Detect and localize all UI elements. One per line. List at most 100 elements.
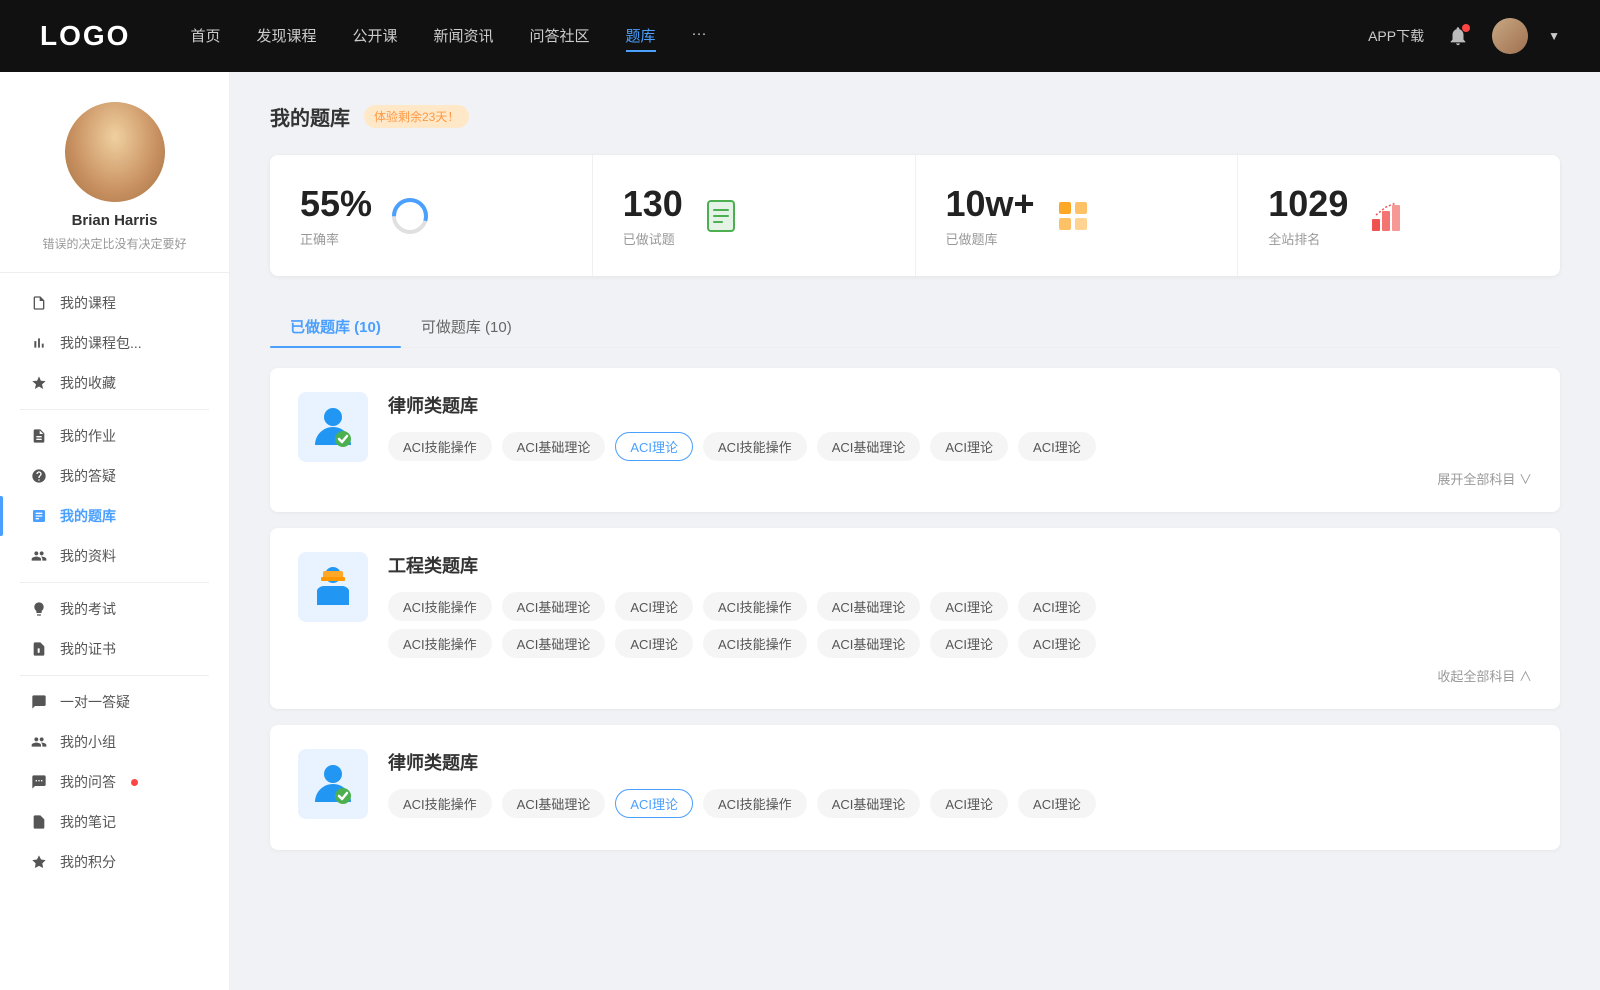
grid-yellow-icon: [1051, 194, 1095, 238]
sidebar-item-course-package[interactable]: 我的课程包...: [0, 323, 229, 363]
nav-qa[interactable]: 问答社区: [530, 21, 590, 52]
stat-label-accuracy: 正确率: [300, 229, 372, 248]
nav-more[interactable]: ···: [692, 21, 707, 52]
bank-icon: [30, 507, 48, 525]
tag-3-active[interactable]: ACI理论: [615, 432, 693, 461]
collapse-btn-engineer[interactable]: 收起全部科目 ∧: [388, 666, 1532, 685]
user-avatar[interactable]: [1492, 18, 1528, 54]
trial-badge: 体验剩余23天！: [364, 105, 469, 128]
sidebar: Brian Harris 错误的决定比没有决定要好 我的课程 我的课程包...: [0, 72, 230, 990]
tag-7[interactable]: ACI理论: [1018, 432, 1096, 461]
nav-home[interactable]: 首页: [190, 21, 220, 52]
user-menu-chevron[interactable]: ▼: [1548, 29, 1560, 43]
tag-6[interactable]: ACI理论: [930, 432, 1008, 461]
expand-btn-lawyer-1[interactable]: 展开全部科目 ∨: [388, 469, 1532, 488]
sidebar-item-label: 我的资料: [60, 546, 116, 566]
divider-3: [20, 675, 209, 676]
navbar: LOGO 首页 发现课程 公开课 新闻资讯 问答社区 题库 ··· APP下载 …: [0, 0, 1600, 72]
tab-done-banks[interactable]: 已做题库 (10): [270, 306, 401, 347]
sidebar-item-points[interactable]: 我的积分: [0, 842, 229, 882]
sidebar-item-label: 我的笔记: [60, 812, 116, 832]
nav-news[interactable]: 新闻资讯: [434, 21, 494, 52]
file-icon: [30, 294, 48, 312]
eng-tag-4[interactable]: ACI技能操作: [703, 592, 807, 621]
law2-tag-5[interactable]: ACI基础理论: [817, 789, 921, 818]
eng-tag-r2-5[interactable]: ACI基础理论: [817, 629, 921, 658]
sidebar-item-favorites[interactable]: 我的收藏: [0, 363, 229, 403]
chat-icon: [30, 693, 48, 711]
profile-name: Brian Harris: [72, 212, 158, 229]
star-icon: [30, 374, 48, 392]
sidebar-item-one-on-one[interactable]: 一对一答疑: [0, 682, 229, 722]
page-header: 我的题库 体验剩余23天！: [270, 102, 1560, 131]
notification-bell[interactable]: [1444, 22, 1472, 50]
edit-icon: [30, 427, 48, 445]
sidebar-item-exam[interactable]: 我的考试: [0, 589, 229, 629]
sidebar-item-label: 我的课程包...: [60, 333, 142, 353]
eng-tag-r2-7[interactable]: ACI理论: [1018, 629, 1096, 658]
nav-bank[interactable]: 题库: [626, 21, 656, 52]
bank-card-lawyer-2: 律师类题库 ACI技能操作 ACI基础理论 ACI理论 ACI技能操作 ACI基…: [270, 725, 1560, 850]
eng-tag-r2-1[interactable]: ACI技能操作: [388, 629, 492, 658]
nav-discover[interactable]: 发现课程: [256, 21, 316, 52]
stat-label-banks: 已做题库: [946, 229, 1035, 248]
sidebar-item-bank[interactable]: 我的题库: [0, 496, 229, 536]
sidebar-item-notes[interactable]: 我的笔记: [0, 802, 229, 842]
sidebar-item-label: 我的证书: [60, 639, 116, 659]
sidebar-item-label: 我的考试: [60, 599, 116, 619]
tag-5[interactable]: ACI基础理论: [817, 432, 921, 461]
qa-red-dot: [131, 779, 138, 786]
tab-available-banks[interactable]: 可做题库 (10): [401, 306, 532, 347]
divider-1: [20, 409, 209, 410]
sidebar-item-label: 我的作业: [60, 426, 116, 446]
tag-2[interactable]: ACI基础理论: [502, 432, 606, 461]
sidebar-item-label: 我的问答: [60, 772, 116, 792]
sidebar-item-group[interactable]: 我的小组: [0, 722, 229, 762]
sidebar-item-label: 我的积分: [60, 852, 116, 872]
sidebar-item-label: 我的小组: [60, 732, 116, 752]
bank-icon-engineer: [298, 552, 368, 622]
note-icon: [30, 813, 48, 831]
app-download-btn[interactable]: APP下载: [1368, 26, 1424, 46]
sidebar-item-label: 我的课程: [60, 293, 116, 313]
eng-tag-3[interactable]: ACI理论: [615, 592, 693, 621]
stat-label-rank: 全站排名: [1268, 229, 1348, 248]
eng-tag-r2-6[interactable]: ACI理论: [930, 629, 1008, 658]
eng-tag-r2-4[interactable]: ACI技能操作: [703, 629, 807, 658]
law2-tag-1[interactable]: ACI技能操作: [388, 789, 492, 818]
law2-tag-7[interactable]: ACI理论: [1018, 789, 1096, 818]
page-title: 我的题库: [270, 102, 350, 131]
eng-tag-7[interactable]: ACI理论: [1018, 592, 1096, 621]
eng-tag-r2-3[interactable]: ACI理论: [615, 629, 693, 658]
bank-card-engineer: 工程类题库 ACI技能操作 ACI基础理论 ACI理论 ACI技能操作 ACI基…: [270, 528, 1560, 709]
profile-section: Brian Harris 错误的决定比没有决定要好: [0, 102, 229, 273]
sidebar-item-qa-answers[interactable]: 我的答疑: [0, 456, 229, 496]
tags-row-lawyer-2: ACI技能操作 ACI基础理论 ACI理论 ACI技能操作 ACI基础理论 AC…: [388, 789, 1532, 818]
navbar-right: APP下载 ▼: [1368, 18, 1560, 54]
sidebar-item-course[interactable]: 我的课程: [0, 283, 229, 323]
eng-tag-r2-2[interactable]: ACI基础理论: [502, 629, 606, 658]
law2-tag-4[interactable]: ACI技能操作: [703, 789, 807, 818]
sidebar-item-label: 我的答疑: [60, 466, 116, 486]
sidebar-item-my-qa[interactable]: 我的问答: [0, 762, 229, 802]
eng-tag-5[interactable]: ACI基础理论: [817, 592, 921, 621]
law2-tag-2[interactable]: ACI基础理论: [502, 789, 606, 818]
stat-rank: 1029 全站排名: [1238, 155, 1560, 276]
eng-tag-2[interactable]: ACI基础理论: [502, 592, 606, 621]
eng-tag-1[interactable]: ACI技能操作: [388, 592, 492, 621]
sidebar-item-profile[interactable]: 我的资料: [0, 536, 229, 576]
eng-tag-6[interactable]: ACI理论: [930, 592, 1008, 621]
law2-tag-6[interactable]: ACI理论: [930, 789, 1008, 818]
tag-1[interactable]: ACI技能操作: [388, 432, 492, 461]
law2-tag-3-active[interactable]: ACI理论: [615, 789, 693, 818]
bank-icon-lawyer-2: [298, 749, 368, 819]
doc-green-icon: [699, 194, 743, 238]
nav-open-course[interactable]: 公开课: [352, 21, 397, 52]
avatar: [65, 102, 165, 202]
bank-info-lawyer-2: 律师类题库 ACI技能操作 ACI基础理论 ACI理论 ACI技能操作 ACI基…: [388, 749, 1532, 826]
sidebar-item-certificate[interactable]: 我的证书: [0, 629, 229, 669]
tag-4[interactable]: ACI技能操作: [703, 432, 807, 461]
profile-motto: 错误的决定比没有决定要好: [42, 235, 186, 252]
sidebar-item-homework[interactable]: 我的作业: [0, 416, 229, 456]
logo[interactable]: LOGO: [40, 20, 130, 52]
